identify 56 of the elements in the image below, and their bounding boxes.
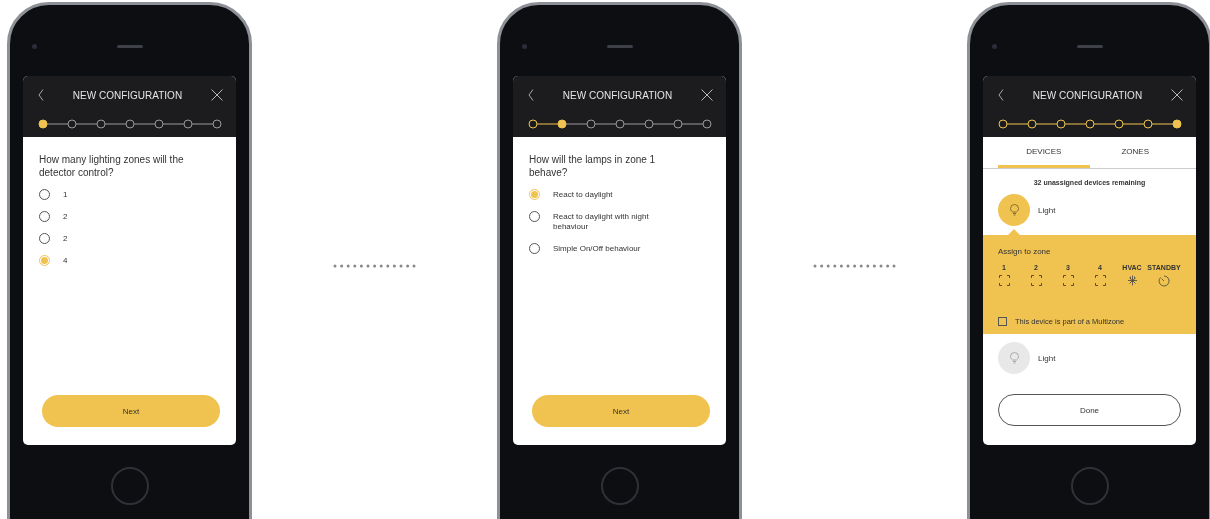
checkbox[interactable] <box>998 317 1007 326</box>
close-icon[interactable] <box>1171 89 1183 101</box>
step-connector <box>565 123 588 125</box>
step-connector <box>162 123 185 125</box>
speaker-grille <box>606 45 633 48</box>
back-icon[interactable] <box>998 89 1004 101</box>
device-name: Light <box>1038 353 1056 363</box>
close-icon[interactable] <box>211 89 223 101</box>
tab[interactable]: DEVICES <box>998 137 1090 168</box>
step-connector <box>1064 123 1087 125</box>
bulb-icon <box>1009 204 1019 216</box>
next-button[interactable]: Next <box>532 395 710 427</box>
screen-title: NEW CONFIGURATION <box>562 89 673 101</box>
option-label: 2 <box>63 233 68 244</box>
tab[interactable]: ZONES <box>1089 137 1181 168</box>
speaker-grille <box>1076 45 1103 48</box>
step-connector <box>536 123 559 125</box>
speaker-grille <box>116 45 143 48</box>
step-connector <box>191 123 214 125</box>
close-icon[interactable] <box>701 89 713 101</box>
step-connector <box>133 123 156 125</box>
step-connector <box>594 123 617 125</box>
step-connector <box>681 123 704 125</box>
step-connector <box>1093 123 1116 125</box>
assign-title: Assign to zone <box>998 247 1052 256</box>
option-label: React to daylight with night behaviour <box>553 211 650 232</box>
step-connector <box>75 123 98 125</box>
step-connector <box>1006 123 1029 125</box>
back-icon[interactable] <box>528 89 534 101</box>
option-label: React to daylight <box>553 189 613 200</box>
next-button[interactable]: Next <box>42 395 220 427</box>
step-connector <box>652 123 675 125</box>
step-connector <box>1151 123 1174 125</box>
step-connector <box>104 123 127 125</box>
step-connector <box>46 123 69 125</box>
step-connector <box>1122 123 1145 125</box>
camera-dot <box>992 44 997 49</box>
camera-dot <box>522 44 527 49</box>
device-avatar[interactable] <box>998 194 1030 226</box>
done-button[interactable]: Done <box>998 394 1181 426</box>
step-connector <box>1035 123 1058 125</box>
back-icon[interactable] <box>38 89 44 101</box>
question-text: How will the lamps in zone 1 behave? <box>529 153 657 179</box>
option-label: 2 <box>63 211 68 222</box>
timer-icon <box>1158 275 1170 287</box>
device-name: Light <box>1038 205 1056 215</box>
bulb-icon <box>1009 352 1019 364</box>
question-text: How many lighting zones will the detector control? <box>39 153 185 179</box>
camera-dot <box>32 44 37 49</box>
hvac-icon <box>1126 275 1138 286</box>
option-label: 1 <box>63 189 68 200</box>
option-label: 4 <box>63 255 68 266</box>
option-label: Simple On/Off behaviour <box>553 243 641 254</box>
screen-title: NEW CONFIGURATION <box>1032 89 1143 101</box>
screen-title: NEW CONFIGURATION <box>72 89 183 101</box>
step-connector <box>623 123 646 125</box>
